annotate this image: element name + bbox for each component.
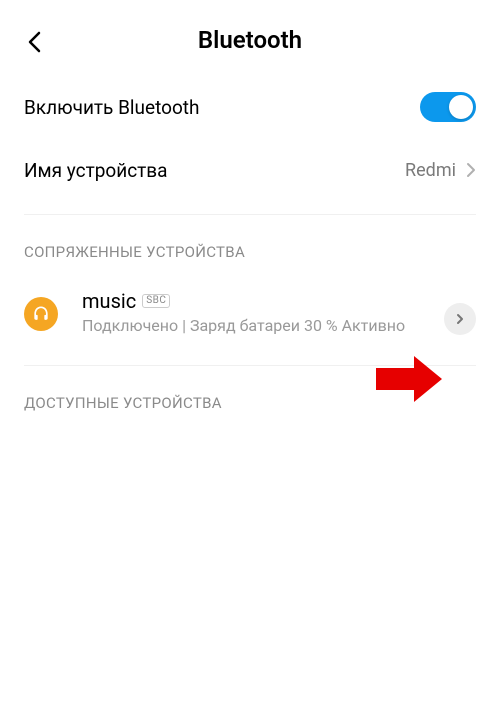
enable-bluetooth-row[interactable]: Включить Bluetooth [0, 74, 500, 140]
toggle-knob [449, 95, 473, 119]
paired-device-row[interactable]: music SBC Подключено | Заряд батареи 30 … [0, 275, 500, 365]
chevron-right-icon [466, 162, 476, 178]
chevron-right-icon [456, 313, 464, 325]
bluetooth-toggle[interactable] [420, 92, 476, 122]
device-name-label: Имя устройства [24, 159, 405, 182]
device-details-button[interactable] [444, 303, 476, 335]
device-name: music [82, 289, 136, 313]
paired-devices-section-title: СОПРЯЖЕННЫЕ УСТРОЙСТВА [0, 215, 500, 275]
device-name-line: music SBC [82, 289, 436, 313]
header: Bluetooth [0, 0, 500, 74]
device-name-value: Redmi [405, 160, 456, 181]
enable-bluetooth-label: Включить Bluetooth [24, 96, 420, 119]
headphones-icon [24, 297, 58, 331]
available-devices-section-title: ДОСТУПНЫЕ УСТРОЙСТВА [0, 366, 500, 426]
device-name-row[interactable]: Имя устройства Redmi [0, 140, 500, 200]
back-button[interactable] [22, 30, 46, 54]
device-info: music SBC Подключено | Заряд батареи 30 … [82, 289, 436, 337]
device-status: Подключено | Заряд батареи 30 % Активно [82, 315, 436, 337]
codec-badge: SBC [142, 294, 170, 308]
chevron-left-icon [27, 31, 41, 53]
page-title: Bluetooth [20, 26, 480, 54]
